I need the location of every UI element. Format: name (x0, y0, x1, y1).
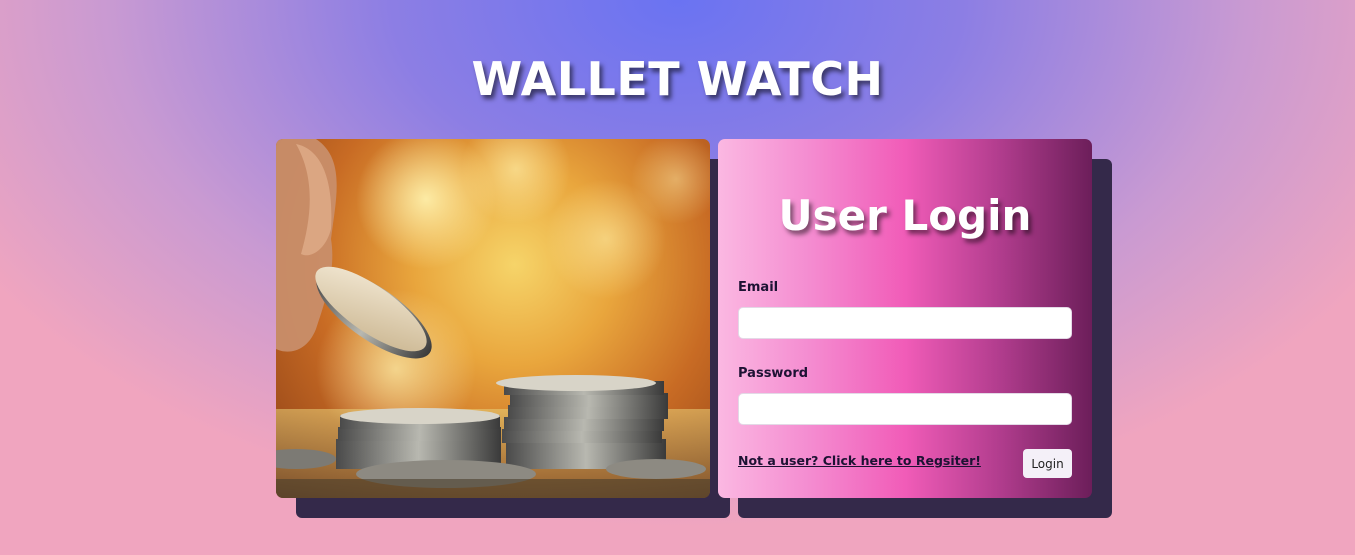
email-field[interactable] (738, 307, 1072, 339)
coins-photo (276, 139, 710, 498)
coins-illustration (276, 139, 710, 498)
login-heading: User Login (778, 191, 1032, 240)
password-label: Password (738, 366, 809, 381)
password-field[interactable] (738, 393, 1072, 425)
login-card: User Login Email Password Not a user? Cl… (718, 139, 1092, 498)
email-label: Email (738, 280, 779, 295)
login-button[interactable]: Login (1023, 449, 1072, 478)
register-link[interactable]: Not a user? Click here to Regsiter! (738, 453, 981, 468)
app-title: WALLET WATCH (471, 52, 884, 106)
